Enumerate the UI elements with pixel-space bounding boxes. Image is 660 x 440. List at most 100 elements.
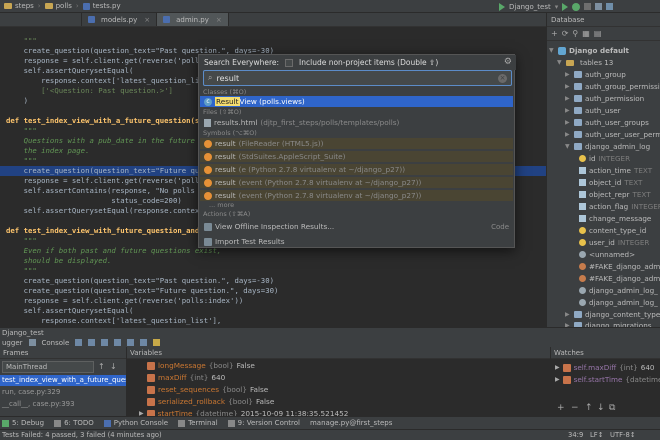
run-config-select[interactable]: Django_test: [509, 3, 551, 11]
tool-window-vcs[interactable]: 9: Version Control: [227, 419, 300, 427]
tree-index[interactable]: django_admin_log_: [579, 297, 658, 308]
variable-row[interactable]: serialized_rollback {bool} False: [147, 396, 274, 407]
tree-table-expanded[interactable]: ▼ django_admin_log: [565, 141, 650, 152]
debugger-tab[interactable]: ugger: [2, 339, 23, 347]
result-hint: Code: [491, 222, 509, 231]
coverage-icon[interactable]: [595, 3, 603, 10]
move-up-icon[interactable]: ↑: [585, 403, 593, 413]
step-into-my-code-icon[interactable]: [114, 339, 122, 346]
tree-datasource[interactable]: ▼ Django default: [549, 45, 629, 56]
show-execution-point-icon[interactable]: [75, 339, 83, 346]
tab-models[interactable]: models.py ×: [82, 13, 158, 26]
result-symbol[interactable]: result (event (Python 2.7.8 virtualenv a…: [200, 190, 513, 201]
result-action[interactable]: View Offline Inspection Results... Code: [200, 221, 513, 232]
variable-row[interactable]: longMessage {bool} False: [147, 360, 255, 371]
remove-watch-icon[interactable]: −: [571, 403, 579, 413]
tree-column[interactable]: id INTEGER: [579, 153, 630, 164]
debug-icon[interactable]: [572, 2, 581, 11]
tree-table[interactable]: ▶ auth_user_user_permissions: [565, 129, 660, 140]
result-file[interactable]: results.html (djtp_first_steps/polls/tem…: [200, 117, 513, 128]
breadcrumb-file[interactable]: tests.py: [79, 2, 125, 10]
move-down-icon[interactable]: ↓: [597, 403, 605, 413]
tree-column[interactable]: action_flag INTEGER: [579, 201, 660, 212]
code-line: Even if both past and future questions e…: [6, 246, 222, 255]
chevron-right-icon[interactable]: ▶: [555, 362, 560, 373]
more-results-link[interactable]: ... more: [209, 201, 234, 209]
tree-column[interactable]: user_id INTEGER: [579, 237, 649, 248]
frame-row[interactable]: run, case.py:329: [0, 387, 126, 398]
arrow-up-icon[interactable]: ↑: [98, 362, 105, 371]
step-over-icon[interactable]: [88, 339, 96, 346]
result-action[interactable]: Import Test Results: [200, 236, 513, 247]
close-icon[interactable]: ×: [216, 16, 222, 24]
result-symbol[interactable]: result (StdSuites.AppleScript_Suite): [200, 151, 513, 162]
arrow-down-icon[interactable]: ↓: [110, 362, 117, 371]
include-non-project-checkbox[interactable]: [285, 58, 294, 67]
step-out-icon[interactable]: [127, 339, 135, 346]
clear-icon[interactable]: ×: [498, 74, 507, 83]
filter-icon[interactable]: ⚲: [572, 29, 578, 38]
tree-tables-folder[interactable]: ▼ tables 13: [557, 57, 613, 68]
run-button-icon[interactable]: [562, 2, 569, 11]
tool-window-terminal[interactable]: Terminal: [178, 419, 218, 427]
tree-table[interactable]: ▶ auth_user: [565, 105, 621, 116]
breadcrumb-polls[interactable]: polls: [41, 2, 76, 10]
tab-blank[interactable]: [0, 13, 82, 26]
tab-admin[interactable]: admin.py ×: [157, 13, 229, 26]
result-class[interactable]: c Result View (polls.views): [200, 96, 513, 107]
gear-icon[interactable]: ⚙: [504, 57, 512, 67]
tree-column[interactable]: object_id TEXT: [579, 177, 642, 188]
chevron-right-icon[interactable]: ▶: [555, 374, 560, 385]
close-icon[interactable]: ×: [144, 16, 150, 24]
add-icon[interactable]: +: [551, 29, 558, 38]
result-symbol[interactable]: result (e (Python 2.7.8 virtualenv at ~/…: [200, 164, 513, 175]
tree-table[interactable]: ▶ django_migrations: [565, 320, 652, 327]
tree-table[interactable]: ▶ auth_group: [565, 69, 626, 80]
search-input[interactable]: [216, 73, 457, 83]
search-field[interactable]: ⌕ ×: [203, 70, 512, 86]
tree-index[interactable]: django_admin_log_: [579, 285, 658, 296]
result-symbol[interactable]: result (FileReader (HTML5.js)): [200, 138, 513, 149]
tree-table[interactable]: ▶ auth_permission: [565, 93, 644, 104]
tree-index[interactable]: #FAKE_django_admin: [579, 273, 660, 284]
vcs-icon[interactable]: [606, 3, 614, 10]
tool-window-manage[interactable]: manage.py@first_steps: [310, 419, 392, 427]
file-encoding[interactable]: UTF-8↕: [610, 430, 636, 440]
evaluate-icon[interactable]: [153, 339, 161, 346]
breadcrumb-project[interactable]: steps: [0, 2, 38, 10]
variable-row[interactable]: maxDiff {int} 640: [147, 372, 225, 383]
variable-row[interactable]: reset_sequences {bool} False: [147, 384, 268, 395]
step-into-icon[interactable]: [101, 339, 109, 346]
tree-table[interactable]: ▶ auth_group_permissions: [565, 81, 660, 92]
tool-window-debug[interactable]: 5: Debug: [2, 419, 44, 427]
watch-row[interactable]: ▶ self.maxDiff {int} 640: [555, 362, 654, 373]
tree-table[interactable]: ▶ django_content_type: [565, 309, 660, 320]
result-symbol[interactable]: result (event (Python 2.7.8 virtualenv a…: [200, 177, 513, 188]
frame-row[interactable]: test_index_view_with_a_future_questio: [0, 375, 126, 386]
tree-column[interactable]: content_type_id: [579, 225, 649, 236]
line-separator[interactable]: LF↕: [590, 430, 603, 440]
chevron-down-icon[interactable]: ▾: [555, 3, 559, 11]
tree-column[interactable]: action_time TEXT: [579, 165, 652, 176]
add-watch-icon[interactable]: +: [557, 403, 565, 413]
tree-column[interactable]: object_repr TEXT: [579, 189, 651, 200]
watch-row[interactable]: ▶ self.startTime {datetime}: [555, 374, 660, 385]
tree-index[interactable]: #FAKE_django_admin: [579, 261, 660, 272]
console-tab[interactable]: Console: [42, 339, 70, 347]
copy-icon[interactable]: ⧉: [609, 403, 615, 413]
tool-window-python-console[interactable]: Python Console: [103, 419, 168, 427]
table-icon[interactable]: ▦: [582, 29, 590, 38]
tool-window-todo[interactable]: 6: TODO: [54, 419, 94, 427]
tree-column[interactable]: change_message: [579, 213, 654, 224]
sql-icon[interactable]: ▤: [594, 29, 602, 38]
result-detail: (StdSuites.AppleScript_Suite): [238, 152, 346, 161]
caret-position[interactable]: 34:9: [568, 430, 583, 440]
tree-table[interactable]: ▶ auth_user_groups: [565, 117, 649, 128]
stop-icon[interactable]: [584, 3, 592, 10]
run-to-cursor-icon[interactable]: [140, 339, 148, 346]
frame-row[interactable]: __call__, case.py:393: [0, 399, 126, 410]
tree-index[interactable]: <unnamed>: [579, 249, 635, 260]
run-icon[interactable]: [499, 2, 505, 11]
refresh-icon[interactable]: ⟳: [562, 29, 569, 38]
thread-select[interactable]: MainThread: [2, 361, 94, 373]
